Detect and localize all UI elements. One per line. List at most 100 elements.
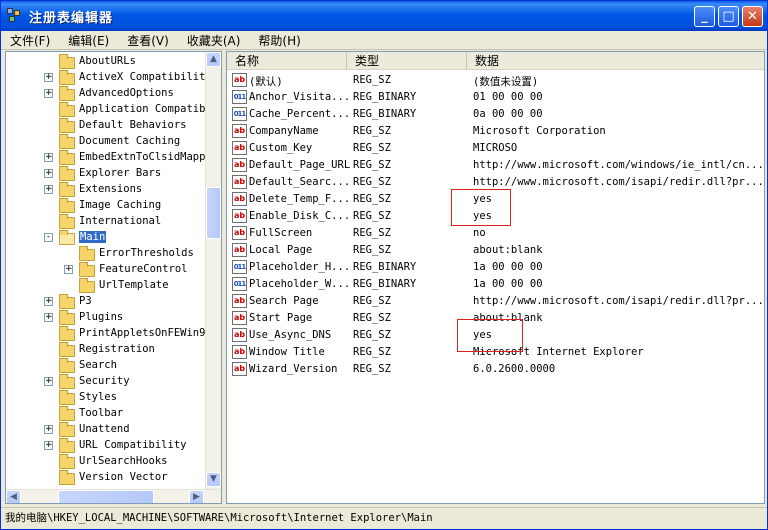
- tree-scroll-left-button[interactable]: ◀: [6, 490, 21, 503]
- menu-favorites[interactable]: 收藏夹(A): [178, 32, 250, 49]
- folder-icon: [59, 422, 75, 437]
- value-row[interactable]: ab Custom_Key REG_SZ MICROSO: [227, 140, 764, 157]
- value-row[interactable]: 011 Placeholder_W... REG_BINARY 1a 00 00 00: [227, 276, 764, 293]
- string-value-icon: ab: [232, 345, 247, 359]
- expand-icon[interactable]: +: [44, 153, 53, 162]
- tree-vertical-scrollbar[interactable]: ▲ ▼: [205, 52, 221, 489]
- tree-item[interactable]: + Extensions: [6, 182, 205, 198]
- menu-view[interactable]: 查看(V): [118, 32, 178, 49]
- tree-item[interactable]: + Plugins: [6, 310, 205, 326]
- tree-item[interactable]: PrintAppletsOnFEWin95: [6, 326, 205, 342]
- status-bar: 我的电脑\HKEY_LOCAL_MACHINE\SOFTWARE\Microso…: [1, 507, 767, 529]
- value-row[interactable]: 011 Placeholder_H... REG_BINARY 1a 00 00 00: [227, 259, 764, 276]
- tree-item[interactable]: + FeatureControl: [6, 262, 205, 278]
- close-button[interactable]: ✕: [742, 6, 763, 27]
- value-type: REG_BINARY: [353, 108, 417, 120]
- expand-icon[interactable]: +: [64, 265, 73, 274]
- tree-scroll-up-button[interactable]: ▲: [206, 52, 221, 67]
- maximize-button[interactable]: □: [718, 6, 739, 27]
- value-row[interactable]: ab FullScreen REG_SZ no: [227, 225, 764, 242]
- value-type: REG_SZ: [353, 125, 391, 137]
- tree-item[interactable]: Version Vector: [6, 470, 205, 486]
- tree-item-label: EmbedExtnToClsidMapp:: [79, 151, 205, 163]
- tree-item[interactable]: + Explorer Bars: [6, 166, 205, 182]
- tree-item[interactable]: UrlTemplate: [6, 278, 205, 294]
- expand-icon[interactable]: +: [44, 89, 53, 98]
- tree-item[interactable]: + Unattend: [6, 422, 205, 438]
- tree-scroll-down-button[interactable]: ▼: [206, 472, 221, 487]
- tree-item-label: Extensions: [79, 183, 143, 195]
- tree-item-label: ErrorThresholds: [99, 247, 194, 259]
- value-data: Microsoft Corporation: [473, 125, 606, 137]
- tree-item[interactable]: Application Compatibi: [6, 102, 205, 118]
- tree-item[interactable]: Toolbar: [6, 406, 205, 422]
- value-name: Search Page: [249, 295, 319, 307]
- expand-icon[interactable]: +: [44, 185, 53, 194]
- tree-item[interactable]: Registration: [6, 342, 205, 358]
- expand-icon[interactable]: +: [44, 169, 53, 178]
- folder-icon: [59, 406, 75, 421]
- expand-icon[interactable]: +: [44, 441, 53, 450]
- tree-item[interactable]: + P3: [6, 294, 205, 310]
- tree-item[interactable]: Styles: [6, 390, 205, 406]
- tree-item[interactable]: UrlSearchHooks: [6, 454, 205, 470]
- value-row[interactable]: ab Search Page REG_SZ http://www.microsoft.…: [227, 293, 764, 310]
- tree-item[interactable]: + Security: [6, 374, 205, 390]
- value-data: 6.0.2600.0000: [473, 363, 556, 375]
- column-data-header[interactable]: 数据: [467, 52, 764, 70]
- tree-item[interactable]: + EmbedExtnToClsidMapp:: [6, 150, 205, 166]
- value-name: Window Title: [249, 346, 325, 358]
- value-type: REG_SZ: [353, 193, 391, 205]
- folder-icon: [79, 278, 95, 293]
- string-value-icon: ab: [232, 243, 247, 257]
- expand-icon[interactable]: +: [44, 297, 53, 306]
- tree-item[interactable]: - Main: [6, 230, 205, 246]
- value-name: (默认): [249, 76, 283, 88]
- folder-icon: [59, 438, 75, 453]
- menu-edit[interactable]: 编辑(E): [59, 32, 118, 49]
- tree-item[interactable]: + URL Compatibility: [6, 438, 205, 454]
- value-row[interactable]: ab CompanyName REG_SZ Microsoft Corporation: [227, 123, 764, 140]
- value-name: Anchor_Visita...: [249, 91, 351, 103]
- tree-item-label: FeatureControl: [99, 263, 188, 275]
- tree-item-label: UrlSearchHooks: [79, 455, 168, 467]
- window-title: 注册表编辑器: [29, 10, 114, 26]
- registry-tree-pane: AboutURLs + ActiveX Compatibility + Advanced…: [5, 51, 222, 504]
- minimize-button[interactable]: _: [694, 6, 715, 27]
- tree-item[interactable]: + AdvancedOptions: [6, 86, 205, 102]
- folder-icon: [79, 262, 95, 277]
- expand-icon[interactable]: +: [44, 313, 53, 322]
- value-row[interactable]: 011 Cache_Percent... REG_BINARY 0a 00 00 00: [227, 106, 764, 123]
- menu-help[interactable]: 帮助(H): [249, 32, 309, 49]
- value-type: REG_BINARY: [353, 278, 417, 290]
- tree-item-label: UrlTemplate: [99, 279, 169, 291]
- tree-item[interactable]: + ActiveX Compatibility: [6, 70, 205, 86]
- tree-item[interactable]: Search: [6, 358, 205, 374]
- expand-icon[interactable]: +: [44, 73, 53, 82]
- value-row[interactable]: 011 Anchor_Visita... REG_BINARY 01 00 00 00: [227, 89, 764, 106]
- tree-item[interactable]: Image Caching: [6, 198, 205, 214]
- collapse-icon[interactable]: -: [44, 233, 53, 242]
- tree-horizontal-scrollbar[interactable]: ◀ ▶: [6, 489, 221, 503]
- column-type-header[interactable]: 类型: [347, 52, 467, 70]
- value-row[interactable]: ab (默认) REG_SZ (数值未设置): [227, 72, 764, 89]
- menu-file[interactable]: 文件(F): [1, 32, 59, 49]
- expand-icon[interactable]: +: [44, 377, 53, 386]
- tree-item[interactable]: International: [6, 214, 205, 230]
- column-name-header[interactable]: 名称: [227, 52, 347, 70]
- value-row[interactable]: ab Default_Page_URL REG_SZ http://www.micro…: [227, 157, 764, 174]
- tree-horizontal-scroll-thumb[interactable]: [58, 490, 154, 503]
- title-bar[interactable]: 注册表编辑器 _ □ ✕: [1, 1, 767, 31]
- tree-scroll-right-button[interactable]: ▶: [189, 490, 204, 503]
- tree-item[interactable]: ErrorThresholds: [6, 246, 205, 262]
- value-row[interactable]: ab Local Page REG_SZ about:blank: [227, 242, 764, 259]
- tree-item[interactable]: Document Caching: [6, 134, 205, 150]
- tree-vertical-scroll-thumb[interactable]: [206, 187, 221, 239]
- folder-icon: [59, 150, 75, 165]
- tree-item[interactable]: AboutURLs: [6, 54, 205, 70]
- tree-item[interactable]: Default Behaviors: [6, 118, 205, 134]
- regedit-app-icon: [7, 8, 23, 24]
- value-row[interactable]: ab Wizard_Version REG_SZ 6.0.2600.0000: [227, 361, 764, 378]
- tree-item-label: Application Compatibi: [79, 103, 205, 115]
- expand-icon[interactable]: +: [44, 425, 53, 434]
